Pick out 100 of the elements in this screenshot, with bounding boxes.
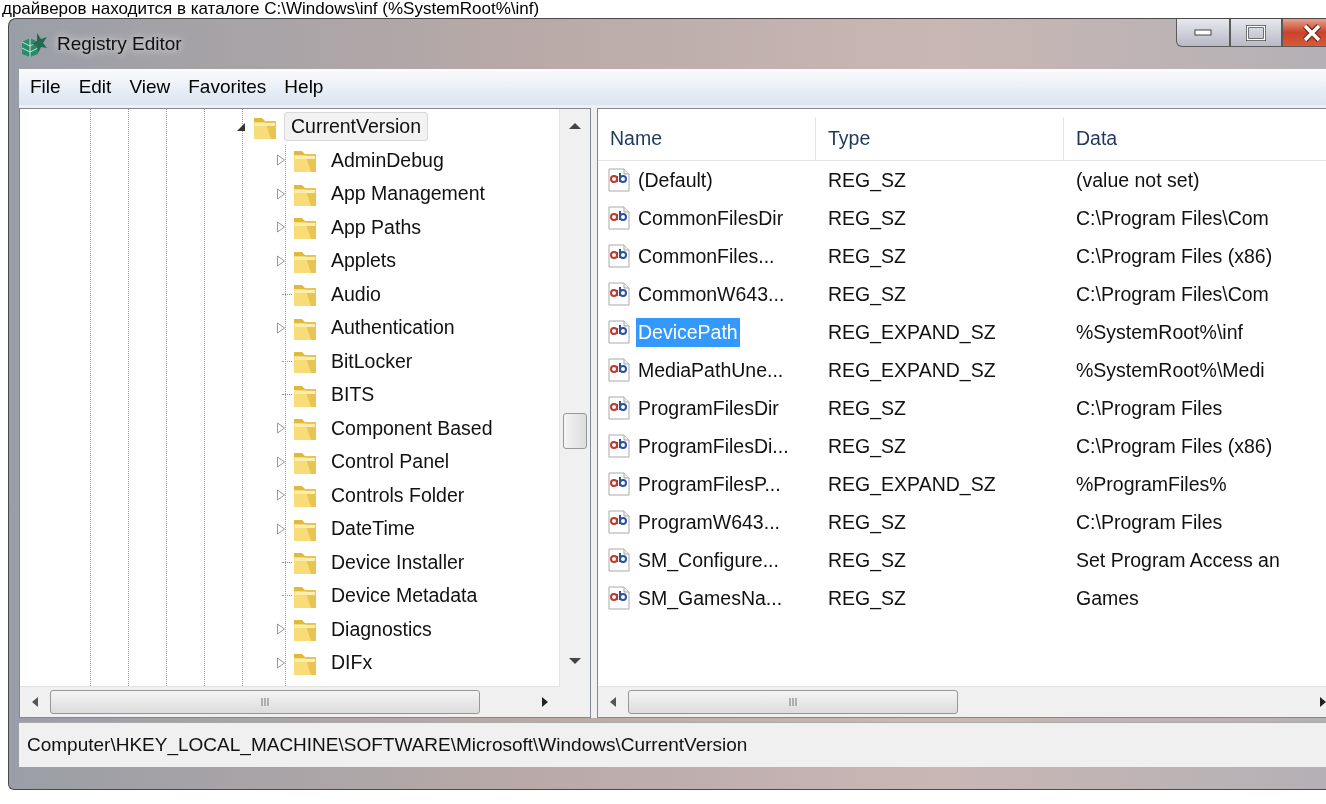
tree-item[interactable]: App Paths bbox=[324, 212, 428, 242]
scroll-thumb[interactable] bbox=[50, 690, 480, 714]
value-name[interactable]: CommonW643... bbox=[636, 279, 787, 309]
tree-item[interactable]: DateTime bbox=[324, 514, 422, 544]
string-value-icon bbox=[606, 547, 632, 573]
tree-item[interactable]: BitLocker bbox=[324, 346, 420, 376]
value-name[interactable]: SM_GamesNa... bbox=[636, 583, 785, 613]
close-icon bbox=[1301, 23, 1323, 42]
table-cell: C:\Program Files bbox=[1076, 396, 1223, 420]
string-value-icon bbox=[606, 357, 632, 383]
collapse-arrow-icon[interactable] bbox=[236, 121, 246, 132]
status-text: Computer\HKEY_LOCAL_MACHINE\SOFTWARE\Microsoft\Windows\CurrentVersion bbox=[27, 734, 748, 756]
tree-item[interactable]: Device Metadata bbox=[324, 581, 485, 611]
table-cell: REG_SZ bbox=[828, 396, 907, 420]
column-header[interactable]: Name bbox=[598, 117, 816, 161]
table-cell: %SystemRoot%\Medi bbox=[1076, 358, 1265, 382]
expand-arrow-icon[interactable] bbox=[276, 254, 286, 267]
tree-item[interactable]: DIFx bbox=[324, 648, 380, 678]
maximize-icon bbox=[1246, 24, 1266, 41]
menu-item[interactable]: Edit bbox=[69, 73, 121, 101]
tree-item[interactable]: Controls Folder bbox=[324, 480, 472, 510]
table-cell: REG_SZ bbox=[828, 586, 907, 610]
value-name[interactable]: (Default) bbox=[636, 165, 715, 195]
value-name[interactable]: ProgramW643... bbox=[636, 507, 782, 537]
expand-arrow-icon[interactable] bbox=[276, 522, 286, 535]
column-header[interactable]: Type bbox=[816, 117, 1064, 161]
value-name[interactable]: ProgramFilesDi... bbox=[636, 431, 791, 461]
tree-item[interactable]: Component Based bbox=[324, 413, 500, 443]
scroll-down-button[interactable] bbox=[568, 656, 582, 666]
table-cell: Games bbox=[1076, 586, 1139, 610]
table-cell: Set Program Access an bbox=[1076, 548, 1280, 572]
menu-item[interactable]: File bbox=[21, 73, 70, 101]
string-value-icon bbox=[606, 585, 632, 611]
string-value-icon bbox=[606, 243, 632, 269]
menu-item[interactable]: Help bbox=[275, 73, 333, 101]
table-cell: C:\Program Files\Com bbox=[1076, 206, 1269, 230]
expand-arrow-icon[interactable] bbox=[276, 422, 286, 435]
table-cell: REG_SZ bbox=[828, 548, 907, 572]
table-cell: C:\Program Files (x86) bbox=[1076, 434, 1273, 458]
scroll-up-button[interactable] bbox=[568, 121, 582, 131]
menu-item[interactable]: View bbox=[120, 73, 180, 101]
table-cell: REG_SZ bbox=[828, 168, 907, 192]
table-cell: REG_EXPAND_SZ bbox=[828, 358, 996, 382]
expand-arrow-icon[interactable] bbox=[276, 187, 286, 200]
scroll-left-button[interactable] bbox=[609, 696, 617, 708]
value-name[interactable]: ProgramFilesDir bbox=[636, 393, 781, 423]
expand-arrow-icon[interactable] bbox=[276, 656, 286, 669]
scroll-thumb[interactable] bbox=[628, 690, 958, 714]
table-cell: REG_SZ bbox=[828, 206, 907, 230]
scroll-right-button[interactable] bbox=[1319, 696, 1326, 708]
value-name[interactable]: CommonFiles... bbox=[636, 241, 777, 271]
table-cell: (value not set) bbox=[1076, 168, 1200, 192]
table-cell: REG_EXPAND_SZ bbox=[828, 320, 996, 344]
string-value-icon bbox=[606, 319, 632, 345]
table-cell: REG_SZ bbox=[828, 244, 907, 268]
tree-item[interactable]: Authentication bbox=[324, 313, 462, 343]
tree-item[interactable]: Audio bbox=[324, 279, 388, 309]
minimize-icon bbox=[1194, 28, 1212, 37]
maximize-button[interactable] bbox=[1230, 19, 1282, 47]
caption-text: драйверов находится в каталоге C:\Windows\inf (%SystemRoot%\inf) bbox=[2, 0, 540, 18]
scroll-thumb[interactable] bbox=[563, 413, 587, 449]
expand-arrow-icon[interactable] bbox=[276, 154, 286, 167]
string-value-icon bbox=[606, 395, 632, 421]
table-cell: %SystemRoot%\inf bbox=[1076, 320, 1243, 344]
table-cell: REG_EXPAND_SZ bbox=[828, 472, 996, 496]
value-name[interactable]: SM_Configure... bbox=[636, 545, 781, 575]
string-value-icon bbox=[606, 205, 632, 231]
close-button[interactable] bbox=[1282, 19, 1326, 47]
expand-arrow-icon[interactable] bbox=[276, 221, 286, 234]
table-cell: REG_SZ bbox=[828, 282, 907, 306]
tree-item[interactable]: Applets bbox=[324, 246, 404, 276]
value-name[interactable]: ProgramFilesP... bbox=[636, 469, 783, 499]
tree-item[interactable]: Control Panel bbox=[324, 447, 457, 477]
scroll-right-button[interactable] bbox=[541, 696, 549, 708]
window-title: Registry Editor bbox=[57, 33, 182, 55]
tree-item[interactable]: Diagnostics bbox=[324, 614, 439, 644]
expand-arrow-icon[interactable] bbox=[276, 455, 286, 468]
table-cell: C:\Program Files\Com bbox=[1076, 282, 1269, 306]
tree-item[interactable]: BITS bbox=[324, 380, 382, 410]
table-cell: %ProgramFiles% bbox=[1076, 472, 1227, 496]
tree-item[interactable]: AdminDebug bbox=[324, 145, 451, 175]
expand-arrow-icon[interactable] bbox=[276, 623, 286, 636]
tree-item[interactable]: Device Installer bbox=[324, 547, 472, 577]
grip-icon bbox=[260, 697, 270, 707]
minimize-button[interactable] bbox=[1176, 19, 1230, 47]
string-value-icon bbox=[606, 509, 632, 535]
string-value-icon bbox=[606, 433, 632, 459]
expand-arrow-icon[interactable] bbox=[276, 489, 286, 502]
table-cell: C:\Program Files bbox=[1076, 510, 1223, 534]
menu-item[interactable]: Favorites bbox=[179, 73, 276, 101]
table-cell: REG_SZ bbox=[828, 510, 907, 534]
table-cell: REG_SZ bbox=[828, 434, 907, 458]
tree-item[interactable]: CurrentVersion bbox=[284, 112, 429, 142]
value-name[interactable]: CommonFilesDir bbox=[636, 203, 786, 233]
scroll-left-button[interactable] bbox=[31, 696, 39, 708]
value-name[interactable]: MediaPathUne... bbox=[636, 355, 786, 385]
grip-icon bbox=[788, 697, 798, 707]
string-value-icon bbox=[606, 167, 632, 193]
expand-arrow-icon[interactable] bbox=[276, 321, 286, 334]
tree-item[interactable]: App Management bbox=[324, 179, 492, 209]
